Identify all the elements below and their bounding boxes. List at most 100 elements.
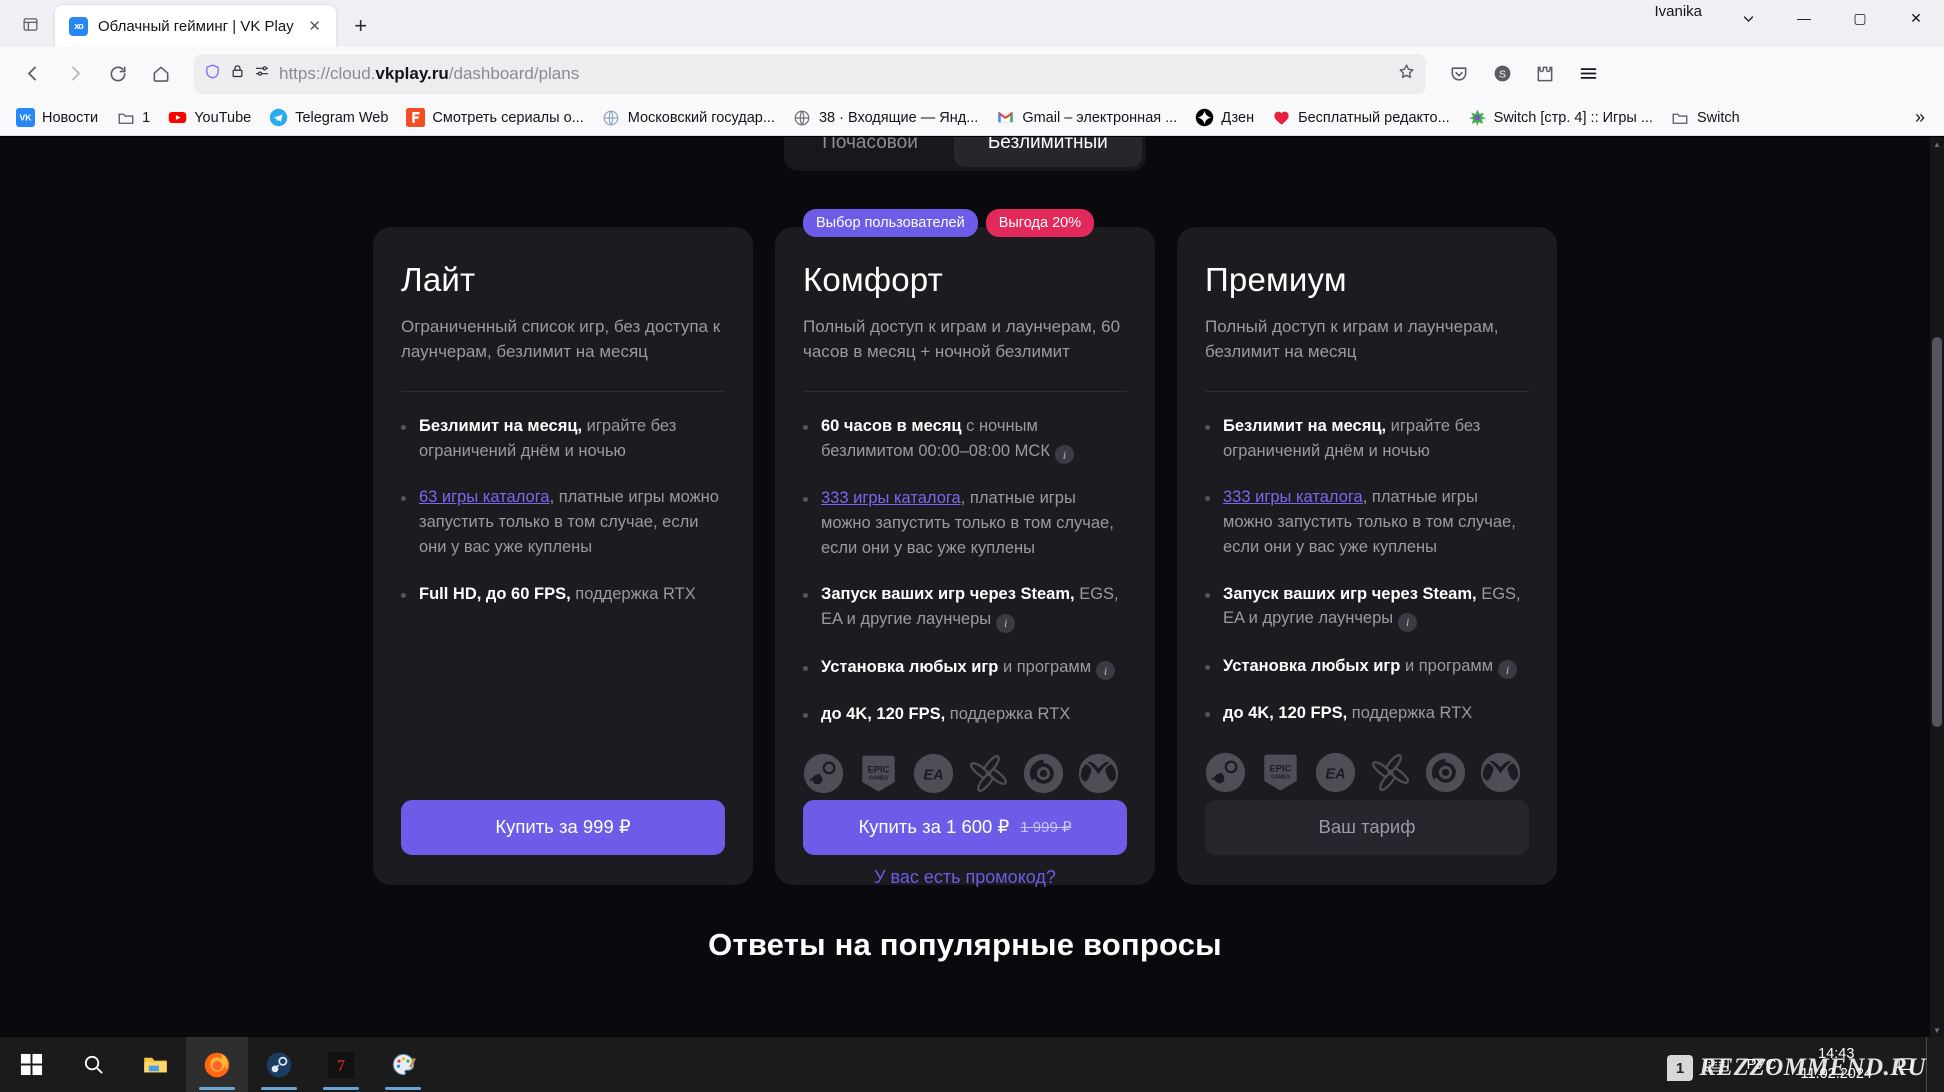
bookmark-item[interactable]: Смотреть сериалы о... xyxy=(398,104,591,131)
epic-games-icon: EPIC GAMES xyxy=(1260,752,1301,793)
file-explorer-button[interactable] xyxy=(124,1037,186,1092)
info-icon[interactable]: i xyxy=(1498,660,1518,680)
paint-taskbar-button[interactable] xyxy=(372,1037,434,1092)
window-maximize-button[interactable]: ▢ xyxy=(1832,0,1888,36)
firefox-account-chevron-icon[interactable] xyxy=(1720,0,1776,36)
info-icon[interactable]: i xyxy=(1054,445,1074,465)
hamburger-menu-icon[interactable] xyxy=(1568,54,1608,94)
svg-text:7: 7 xyxy=(337,1056,345,1074)
scroll-down-icon[interactable]: ▼ xyxy=(1930,1023,1944,1037)
new-tab-button[interactable]: + xyxy=(344,9,378,43)
bookmark-item[interactable]: Дзен xyxy=(1187,104,1262,131)
plan-feature-strong: Запуск ваших игр через Steam, xyxy=(821,585,1075,604)
vk-icon: VK xyxy=(16,108,35,127)
plan-feature-text: Безлимит на месяц, играйте без ограничен… xyxy=(1223,414,1529,464)
plan-cards: Лайт Ограниченный список игр, без доступа… xyxy=(0,209,1930,885)
bullet-icon xyxy=(1205,592,1210,598)
bookmark-item[interactable]: YouTube xyxy=(160,104,259,131)
bookmark-item[interactable]: Switch xyxy=(1663,104,1748,131)
bookmark-label: Switch [стр. 4] :: Игры ... xyxy=(1493,109,1653,126)
window-close-button[interactable]: ✕ xyxy=(1888,0,1944,36)
buy-button[interactable]: Купить за 1 600 ₽ 1 999 ₽ xyxy=(803,799,1127,855)
lock-icon[interactable] xyxy=(230,64,245,84)
steam-icon xyxy=(1205,752,1246,793)
bookmark-item[interactable]: Gmail – электронная ... xyxy=(988,104,1185,131)
reload-icon[interactable] xyxy=(98,54,138,94)
bullet-icon xyxy=(1205,664,1210,670)
plan-cta-wrapper: Ваш тариф xyxy=(1205,799,1529,855)
forward-arrow-icon[interactable] xyxy=(55,54,95,94)
divider xyxy=(803,390,1127,392)
filmix-icon xyxy=(406,108,426,127)
scrollbar-thumb[interactable] xyxy=(1932,337,1942,727)
bookmark-item[interactable]: Московский государ... xyxy=(594,104,783,131)
window-minimize-button[interactable]: — xyxy=(1776,0,1832,36)
screen: хo Облачный гейминг | VK Play ✕ + Ivanik… xyxy=(0,0,1944,1092)
bookmark-item[interactable]: 1 xyxy=(108,104,158,131)
plan-feature-strong: Запуск ваших игр через Steam, xyxy=(1223,584,1477,603)
home-icon[interactable] xyxy=(141,54,181,94)
bullet-icon xyxy=(401,496,406,502)
back-arrow-icon[interactable] xyxy=(12,54,52,94)
address-bar[interactable]: https://cloud.vkplay.ru/dashboard/plans xyxy=(194,53,1426,94)
bullet-icon xyxy=(1205,496,1210,502)
catalog-games-link[interactable]: 333 игры каталога xyxy=(821,489,961,507)
list-all-tabs-icon[interactable] xyxy=(10,4,50,44)
promo-code-link[interactable]: У вас есть промокод? xyxy=(0,867,1930,888)
browser-tab[interactable]: хo Облачный гейминг | VK Play ✕ xyxy=(55,5,336,47)
svg-text:GAMES: GAMES xyxy=(1271,775,1290,781)
windows-user-label: Ivanika xyxy=(1654,3,1702,20)
shield-icon[interactable] xyxy=(204,63,221,85)
svg-text:EPIC: EPIC xyxy=(1270,763,1292,774)
bookmark-item[interactable]: Telegram Web xyxy=(261,104,396,131)
bookmark-item[interactable]: 38 · Входящие — Янд... xyxy=(785,104,986,131)
chevron-double-right-icon[interactable]: » xyxy=(1904,104,1936,132)
globe-icon xyxy=(602,108,621,127)
info-icon[interactable]: i xyxy=(1398,612,1418,632)
bullet-icon xyxy=(401,424,406,430)
folder-icon xyxy=(116,108,135,127)
seven-days-to-die-taskbar-button[interactable]: 7 xyxy=(310,1037,372,1092)
plan-feature: Запуск ваших игр через Steam, EGS, EA и … xyxy=(1205,582,1529,632)
firefox-taskbar-button[interactable] xyxy=(186,1037,248,1092)
show-desktop-button[interactable] xyxy=(1926,1037,1936,1092)
page-scrollbar[interactable]: ▲ ▼ xyxy=(1930,137,1944,1037)
close-icon[interactable]: ✕ xyxy=(304,15,326,37)
extensions-icon[interactable] xyxy=(1525,54,1565,94)
catalog-games-link[interactable]: 63 игры каталога xyxy=(419,488,550,506)
plan-feature: 60 часов в месяц с ночным безлимитом 00:… xyxy=(803,414,1127,465)
search-button[interactable] xyxy=(62,1037,124,1092)
scroll-up-icon[interactable]: ▲ xyxy=(1930,137,1944,151)
plan-feature: 63 игры каталога, платные игры можно зап… xyxy=(401,485,725,559)
bookmark-label: Switch xyxy=(1696,109,1740,126)
globe-icon xyxy=(793,108,812,127)
bookmark-label: Бесплатный редакто... xyxy=(1298,109,1450,126)
steam-taskbar-button[interactable] xyxy=(248,1037,310,1092)
status-badge: Выбор пользователей xyxy=(803,209,978,237)
launcher-logos: EPIC GAMES EA xyxy=(1205,752,1529,793)
bookmark-item[interactable]: Бесплатный редакто... xyxy=(1264,104,1458,131)
battlenet-icon xyxy=(1370,752,1411,793)
plan-feature-text: до 4K, 120 FPS, поддержка RTX xyxy=(1223,701,1472,726)
account-icon[interactable]: S xyxy=(1482,54,1522,94)
battlenet-icon xyxy=(968,753,1009,794)
info-icon[interactable]: i xyxy=(996,613,1016,633)
bookmark-item[interactable]: Switch [стр. 4] :: Игры ... xyxy=(1460,104,1661,131)
current-plan-button: Ваш тариф xyxy=(1205,799,1529,855)
bookmark-label: Московский государ... xyxy=(627,109,775,126)
bookmark-item[interactable]: VK Новости xyxy=(8,104,106,131)
billing-tab-hourly[interactable]: Почасовой xyxy=(788,137,952,167)
pocket-icon[interactable] xyxy=(1439,54,1479,94)
start-button[interactable] xyxy=(0,1037,62,1092)
catalog-games-link[interactable]: 333 игры каталога xyxy=(1223,488,1363,506)
billing-tab-unlimited[interactable]: Безлимитный xyxy=(953,137,1142,167)
plan-feature-text: Установка любых игр и программ i xyxy=(1223,654,1518,680)
bookmark-star-icon[interactable] xyxy=(1397,62,1416,86)
bullet-icon xyxy=(401,592,406,598)
plan-subtitle: Ограниченный список игр, без доступа к л… xyxy=(401,317,721,361)
info-icon[interactable]: i xyxy=(1096,661,1116,681)
plan-feature-strong: Full HD, до 60 FPS, xyxy=(419,584,571,603)
buy-button[interactable]: Купить за 999 ₽ xyxy=(401,799,725,855)
svg-text:GAMES: GAMES xyxy=(869,775,888,781)
page-permissions-icon[interactable] xyxy=(254,63,270,84)
